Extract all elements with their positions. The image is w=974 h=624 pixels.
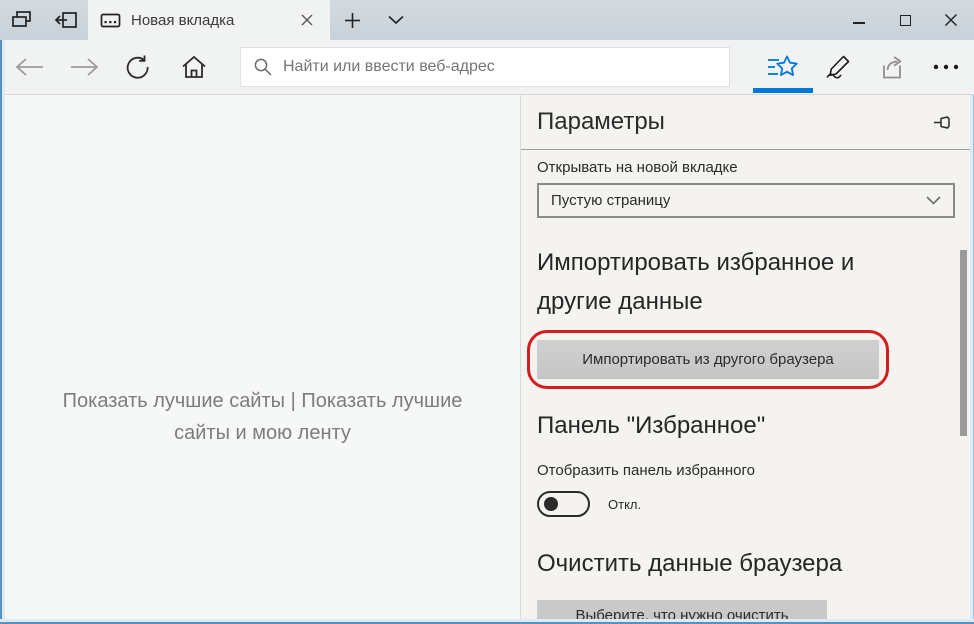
plus-icon xyxy=(344,12,361,29)
close-icon xyxy=(300,13,314,27)
toggle-state-label: Откл. xyxy=(608,497,641,512)
tab-new-tab[interactable]: Новая вкладка xyxy=(88,0,330,40)
minimize-icon xyxy=(853,22,865,24)
chevron-down-icon xyxy=(388,15,404,25)
show-favorites-bar-label: Отобразить панель избранного xyxy=(537,462,954,479)
search-icon xyxy=(253,57,273,77)
show-tab-previews-button[interactable] xyxy=(374,0,418,40)
import-heading: Импортировать избранное и другие данные xyxy=(537,243,927,321)
titlebar: Новая вкладка xyxy=(0,0,974,40)
new-tab-button[interactable] xyxy=(330,0,374,40)
favorites-bar-toggle-row: Откл. xyxy=(537,491,954,517)
set-tabs-aside-icon xyxy=(53,9,79,31)
favorites-bar-toggle[interactable] xyxy=(537,491,590,517)
tab-close-button[interactable] xyxy=(294,7,320,33)
window-controls xyxy=(836,0,974,40)
open-with-select[interactable]: Пустую страницу xyxy=(537,183,955,218)
hub-active-indicator xyxy=(753,88,813,93)
settings-title: Параметры xyxy=(537,108,665,136)
address-input[interactable] xyxy=(283,58,717,76)
favorites-bar-heading: Панель "Избранное" xyxy=(537,406,927,445)
back-button[interactable] xyxy=(8,47,52,87)
window-border-bottom xyxy=(0,619,974,624)
hub-button[interactable] xyxy=(753,47,813,87)
chevron-down-icon xyxy=(926,196,941,205)
divider xyxy=(521,149,970,150)
window-border-left xyxy=(0,40,5,624)
maximize-icon xyxy=(900,15,911,26)
toggle-knob xyxy=(544,497,558,511)
feed-options: Показать лучшие сайты | Показать лучшие … xyxy=(35,385,490,449)
window-border-right xyxy=(970,95,974,624)
open-with-label: Открывать на новой вкладке xyxy=(537,159,954,176)
more-actions-button[interactable] xyxy=(924,47,968,87)
choose-what-to-clear-button[interactable]: Выберите, что нужно очистить xyxy=(537,600,827,619)
share-button[interactable] xyxy=(870,47,914,87)
web-note-button[interactable] xyxy=(815,47,859,87)
settings-panel: Параметры Открывать на новой вкладке Пус… xyxy=(520,95,970,619)
tab-preview-icon xyxy=(10,10,34,31)
new-tab-page: Показать лучшие сайты | Показать лучшие … xyxy=(5,96,520,619)
show-top-sites-link[interactable]: Показать лучшие сайты xyxy=(63,390,285,412)
panel-scrollbar-thumb[interactable] xyxy=(960,250,967,436)
refresh-button[interactable] xyxy=(116,47,160,87)
links-separator: | xyxy=(291,390,296,412)
share-icon xyxy=(879,55,906,80)
forward-arrow-icon xyxy=(69,57,99,77)
close-button[interactable] xyxy=(928,0,974,40)
settings-header: Параметры xyxy=(537,95,954,149)
refresh-icon xyxy=(124,53,152,81)
set-tabs-aside-button[interactable] xyxy=(44,0,88,40)
home-button[interactable] xyxy=(172,47,216,87)
select-value: Пустую страницу xyxy=(551,192,670,209)
toolbar xyxy=(0,40,974,95)
home-icon xyxy=(180,54,208,80)
import-from-browser-button[interactable]: Импортировать из другого браузера xyxy=(537,340,879,379)
pin-icon xyxy=(932,111,954,133)
tab-title: Новая вкладка xyxy=(131,12,284,29)
hub-favorites-icon xyxy=(767,54,799,80)
tab-preview-button[interactable] xyxy=(0,0,44,40)
browser-window: Новая вкладка xyxy=(0,0,974,624)
minimize-button[interactable] xyxy=(836,0,882,40)
newtab-favicon-icon xyxy=(100,12,121,29)
maximize-button[interactable] xyxy=(882,0,928,40)
ellipsis-icon xyxy=(933,64,959,70)
back-arrow-icon xyxy=(15,57,45,77)
address-bar[interactable] xyxy=(240,47,730,87)
annotation-highlight-oval: Импортировать из другого браузера xyxy=(527,330,889,389)
pen-icon xyxy=(823,54,851,80)
close-icon xyxy=(944,13,958,27)
clear-data-heading: Очистить данные браузера xyxy=(537,544,927,583)
forward-button[interactable] xyxy=(62,47,106,87)
pin-panel-button[interactable] xyxy=(932,111,954,133)
